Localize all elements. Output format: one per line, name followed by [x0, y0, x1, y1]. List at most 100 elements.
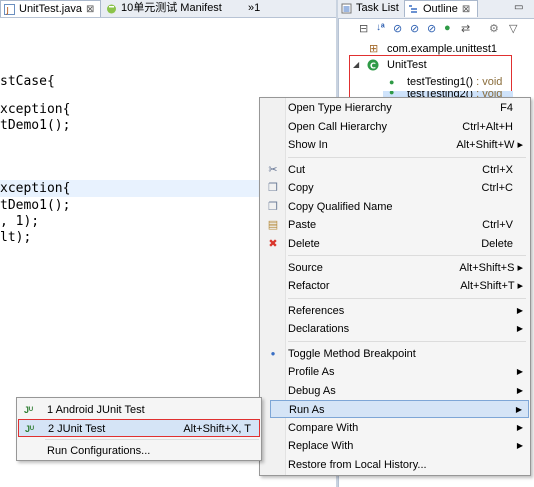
tab-manifest[interactable]: 10单元测试 Manifest [103, 0, 243, 17]
public-method-icon: ● [389, 77, 395, 87]
menu-label: Declarations [288, 323, 350, 335]
method-type: : void [473, 76, 503, 88]
hide-fields-icon[interactable]: ⊘ [393, 22, 407, 36]
submenu-arrow-icon: ▶ [516, 441, 523, 450]
menu-separator [288, 298, 526, 299]
delete-icon: ✖ [268, 238, 278, 250]
submenu-arrow-icon: ▶ [516, 423, 523, 432]
hide-nonpublic-icon[interactable]: ⊘ [427, 22, 441, 36]
tab-label: Outline [423, 3, 458, 15]
code-line: tDemo1(); [0, 118, 71, 133]
run-as-submenu: Jᵁ 1 Android JUnit Test Jᵁ 2 JUnit Test … [16, 397, 262, 461]
hide-static-icon[interactable]: ⊘ [410, 22, 424, 36]
code-line: lt); [0, 230, 32, 245]
expand-arrow-icon[interactable]: ◢ [353, 57, 359, 73]
menu-shortcut: Ctrl+V [482, 219, 513, 231]
menu-label: Refactor [288, 280, 330, 292]
menu-shortcut: Ctrl+Alt+H [462, 121, 513, 133]
menu-item-copy-qualified-name[interactable]: ❐ Copy Qualified Name [261, 198, 529, 216]
submenu-item-junit-test[interactable]: Jᵁ 2 JUnit Test Alt+Shift+X, T [18, 419, 260, 437]
menu-label: Open Type Hierarchy [288, 102, 392, 114]
menu-item-show-in[interactable]: Show In Alt+Shift+W ▸ [261, 136, 529, 154]
menu-shortcut: Alt+Shift+S ▸ [459, 262, 523, 274]
menu-item-source[interactable]: Source Alt+Shift+S ▸ [261, 259, 529, 277]
copy-icon: ❐ [268, 182, 278, 194]
submenu-arrow-icon: ▶ [516, 306, 523, 315]
tab-task-list[interactable]: Task List [338, 0, 404, 17]
menu-label: Compare With [288, 422, 359, 434]
submenu-item-run-configurations[interactable]: Run Configurations... [18, 442, 260, 460]
menu-separator [288, 341, 526, 342]
menu-item-open-type-hierarchy[interactable]: Open Type Hierarchy F4 [261, 99, 529, 117]
menu-item-refactor[interactable]: Refactor Alt+Shift+T ▸ [261, 277, 529, 295]
menu-item-restore-local-history[interactable]: Restore from Local History... [261, 456, 529, 474]
menu-label: Paste [288, 219, 317, 231]
menu-item-toggle-method-breakpoint[interactable]: ● Toggle Method Breakpoint [261, 345, 529, 363]
menu-shortcut: Ctrl+X [482, 164, 513, 176]
code-line: tDemo1(); [0, 198, 71, 213]
menu-label: Copy Qualified Name [288, 201, 393, 213]
sort-icon[interactable]: ↓ᵃ [376, 22, 390, 36]
view-menu-chevron-icon[interactable]: ▽ [509, 22, 523, 36]
close-icon[interactable]: ⊠ [86, 4, 94, 15]
code-line: xception{ [0, 181, 71, 196]
menu-item-open-call-hierarchy[interactable]: Open Call Hierarchy Ctrl+Alt+H [261, 118, 529, 136]
menu-item-debug-as[interactable]: Debug As ▶ [261, 382, 529, 400]
menu-shortcut: F4 [500, 102, 513, 114]
menu-item-cut[interactable]: ✂ Cut Ctrl+X [261, 161, 529, 179]
menu-item-copy[interactable]: ❐ Copy Ctrl+C [261, 179, 529, 197]
svg-text:J: J [6, 6, 9, 15]
menu-label: Cut [288, 164, 306, 176]
tab-label: UnitTest.java [19, 3, 82, 15]
menu-shortcut: Ctrl+C [481, 182, 513, 194]
menu-label: Toggle Method Breakpoint [288, 348, 416, 360]
menu-item-replace-with[interactable]: Replace With ▶ [261, 437, 529, 455]
collapse-all-icon[interactable]: ⊟ [359, 22, 373, 36]
menu-label: Replace With [288, 440, 354, 452]
android-manifest-icon [107, 4, 116, 14]
method-name: testTesting1() [407, 76, 474, 88]
menu-separator [288, 157, 526, 158]
menu-item-delete[interactable]: ✖ Delete Delete [261, 235, 529, 253]
class-icon: C [367, 59, 379, 71]
menu-label: Restore from Local History... [288, 459, 427, 471]
menu-item-run-as[interactable]: Run As ▶ [270, 400, 529, 418]
tab-label: 10单元测试 Manifest [121, 2, 222, 14]
view-menu-icon[interactable]: ⚙ [489, 22, 503, 36]
menu-item-profile-as[interactable]: Profile As ▶ [261, 363, 529, 381]
tab-overflow[interactable]: »1 [246, 0, 272, 17]
menu-label: Source [288, 262, 323, 274]
context-menu: Open Type Hierarchy F4 Open Call Hierarch… [259, 97, 531, 476]
menu-label: Copy [288, 182, 314, 194]
tab-outline[interactable]: Outline ⊠ [404, 0, 478, 17]
link-editor-icon[interactable]: ⇄ [461, 22, 475, 36]
submenu-arrow-icon: ▶ [516, 367, 523, 376]
tab-unittest-java[interactable]: J UnitTest.java ⊠ [0, 0, 101, 17]
close-icon[interactable]: ⊠ [462, 4, 470, 15]
breakpoint-icon: ● [270, 349, 276, 358]
hide-local-types-icon[interactable]: ● [444, 22, 458, 36]
code-line: stCase{ [0, 74, 55, 89]
outline-toolbar: ⊟ ↓ᵃ ⊘ ⊘ ⊘ ● ⇄ ⚙ ▽ [359, 22, 529, 36]
overflow-label: »1 [248, 2, 261, 14]
outline-icon [409, 5, 417, 13]
submenu-arrow-icon: ▶ [515, 405, 522, 414]
menu-item-paste[interactable]: ▤ Paste Ctrl+V [261, 216, 529, 234]
menu-shortcut: Delete [481, 238, 513, 250]
menu-item-declarations[interactable]: Declarations ▶ [261, 320, 529, 338]
task-list-icon [341, 3, 352, 14]
menu-item-references[interactable]: References ▶ [261, 302, 529, 320]
copy-qualified-name-icon: ❐ [268, 201, 278, 213]
menu-label: Delete [288, 238, 320, 250]
code-line: xception{ [0, 102, 71, 117]
menu-label: Debug As [288, 385, 336, 397]
tab-label: Task List [356, 2, 399, 14]
menu-item-compare-with[interactable]: Compare With ▶ [261, 419, 529, 437]
menu-separator [45, 439, 259, 440]
submenu-item-android-junit-test[interactable]: Jᵁ 1 Android JUnit Test [18, 401, 260, 419]
menu-label: 2 JUnit Test [48, 423, 106, 435]
menu-separator [288, 255, 526, 256]
outline-method-row[interactable]: ● testTesting1() : void [389, 74, 519, 90]
minimize-icon[interactable]: ▭ [514, 2, 523, 13]
menu-label: Run As [289, 404, 325, 416]
